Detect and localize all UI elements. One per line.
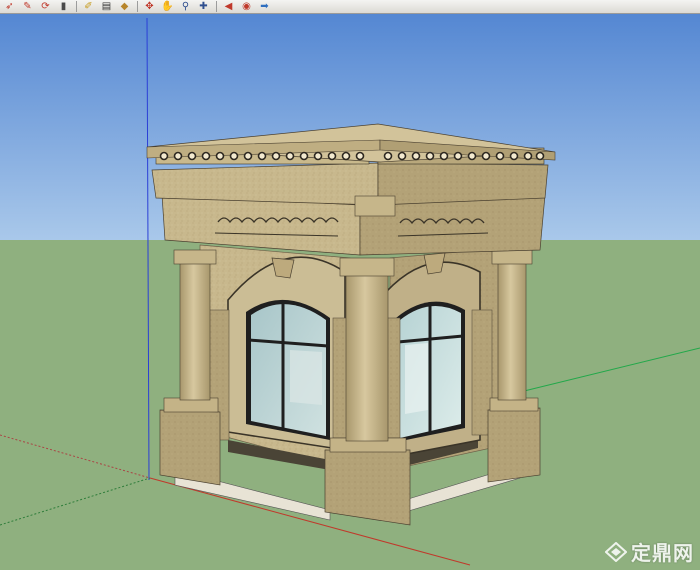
watermark-text: 定鼎网	[631, 541, 694, 565]
text-icon[interactable]: ▤	[99, 0, 114, 13]
orbit-icon[interactable]: ✥	[142, 0, 157, 13]
eraser-icon[interactable]: ✎	[20, 0, 35, 13]
toolbar-separator	[76, 1, 77, 12]
watermark: 定鼎网	[605, 537, 694, 566]
watermark-logo-icon	[605, 541, 627, 562]
zoom-icon[interactable]: ⚲	[178, 0, 193, 13]
window-left-interior	[290, 350, 322, 405]
main-toolbar: ➶ ✎ ⟳ ▮ ✐ ▤ ◆ ✥ ✋ ⚲ ✚ ◀ ◉ ➡	[0, 0, 700, 14]
pan-icon[interactable]: ✋	[160, 0, 175, 13]
toolbar-separator	[216, 1, 217, 12]
paint-bucket-icon[interactable]: ⟳	[38, 0, 53, 13]
paint-icon[interactable]: ◆	[117, 0, 132, 13]
toolbar-separator	[137, 1, 138, 12]
make-component-icon[interactable]: ▮	[56, 0, 71, 13]
cornice-front	[151, 162, 379, 206]
guard-house-model[interactable]	[146, 123, 556, 526]
corner-block-center	[354, 195, 396, 217]
sketchup-window: ➶ ✎ ⟳ ▮ ✐ ▤ ◆ ✥ ✋ ⚲ ✚ ◀ ◉ ➡ 定鼎网	[0, 0, 700, 570]
position-camera-icon[interactable]: ➡	[257, 0, 272, 13]
next-view-icon[interactable]: ◉	[239, 0, 254, 13]
zoom-extents-icon[interactable]: ✚	[196, 0, 211, 13]
window-right-interior	[405, 343, 428, 414]
tape-measure-icon[interactable]: ✐	[81, 0, 96, 13]
cornice-side	[377, 162, 549, 206]
previous-view-icon[interactable]: ◀	[221, 0, 236, 13]
rosettes-left	[159, 151, 365, 161]
select-icon[interactable]: ➶	[2, 0, 17, 13]
model-viewport[interactable]	[0, 0, 700, 570]
